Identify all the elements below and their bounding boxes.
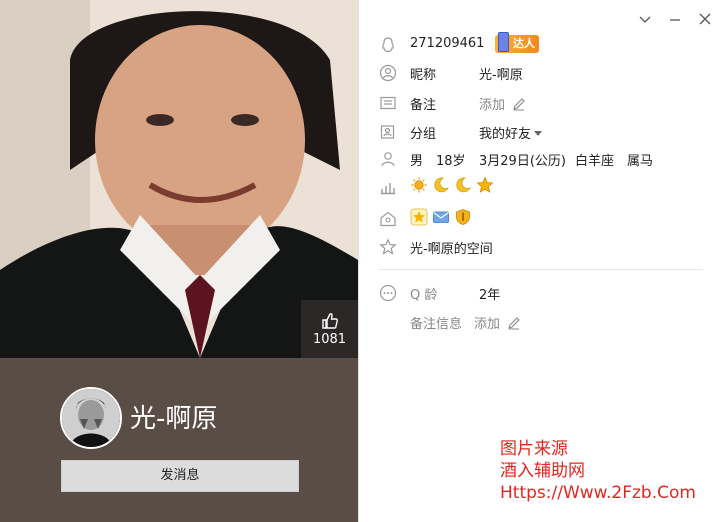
row-qq-number: 271209461 达人 [359,32,722,57]
window-controls [636,10,714,28]
row-qzone: 光-啊原的空间 [359,235,722,259]
watermark-line-2: 酒入辅助网 [500,461,585,481]
row-nickname: 昵称 光-啊原 [359,61,722,85]
qzone-link[interactable]: 光-啊原的空间 [410,238,493,257]
close-icon[interactable] [696,10,714,28]
age: 18岁 [436,154,466,169]
minimize-icon[interactable] [666,10,684,28]
thumbs-up-icon [321,313,338,329]
remark-info-add-text: 添加 [474,317,501,332]
privilege-icons [410,208,472,226]
divider [379,269,703,270]
chevron-down-icon[interactable] [636,10,654,28]
group-label: 分组 [410,127,437,142]
left-panel: 1081 光-啊原 发消息 [0,0,358,522]
nickname-value: 光-啊原 [479,68,523,83]
shield-icon[interactable] [454,208,472,226]
group-value: 我的好友 [479,127,532,142]
sun-icon [411,177,427,193]
like-button[interactable]: 1081 [301,300,358,358]
star-icon [476,176,494,193]
avatar[interactable] [60,387,122,449]
row-remark: 备注 添加 [359,91,722,115]
like-count: 1081 [312,332,347,347]
send-message-button[interactable]: 发消息 [61,460,299,492]
home-icon [380,211,396,227]
qq-number[interactable]: 271209461 [410,36,484,51]
level-chart-icon [381,183,395,195]
constellation: 白羊座 [575,154,615,169]
qq-penguin-icon [382,37,394,53]
remark-add-link[interactable]: 添加 [479,94,526,113]
remark-info-add-link[interactable]: 添加 [474,313,521,332]
group-dropdown[interactable]: 我的好友 [479,123,543,142]
display-name: 光-啊原 [130,404,218,434]
watermark-line-1: 图片来源 [500,439,568,459]
row-privileges [359,207,722,231]
person-circle-icon [379,64,397,82]
row-qq-level[interactable] [359,175,722,199]
watermark-line-3: Https://Www.2Fzb.Com [500,483,696,503]
group-icon [380,125,395,139]
remark-label: 备注 [410,98,437,113]
card-icon [380,96,396,110]
avatar-image [62,389,120,447]
remark-info-label: 备注信息 [410,317,463,332]
qq-level-icons [410,176,494,194]
row-qage: Q 龄 2年 [359,281,722,305]
remark-add-text: 添加 [479,98,506,113]
qage-value: 2年 [479,288,501,303]
zodiac: 属马 [627,154,654,169]
qage-label: Q 龄 [410,288,438,303]
gender: 男 [410,154,424,169]
birthday: 3月29日(公历) [479,154,566,169]
mail-icon[interactable] [432,208,450,226]
pencil-icon [513,98,525,111]
nickname-label: 昵称 [410,68,437,83]
yellow-star-icon[interactable] [410,208,428,226]
moon-icon [456,177,471,193]
person-icon [381,152,395,167]
daren-badge-label: 达人 [513,37,535,50]
row-group: 分组 我的好友 [359,120,722,144]
caret-down-icon [534,131,543,136]
more-icon [379,284,397,302]
row-remark-info: 备注信息 添加 [359,310,722,334]
daren-badge[interactable]: 达人 [491,32,539,53]
moon-icon [434,177,449,193]
row-personal-info: 男 18岁 3月29日(公历) 白羊座 属马 [359,147,722,171]
watermark: 图片来源 酒入辅助网 Https://Www.2Fzb.Com [500,438,696,504]
star-outline-icon [379,238,397,255]
pencil-icon [508,317,520,330]
